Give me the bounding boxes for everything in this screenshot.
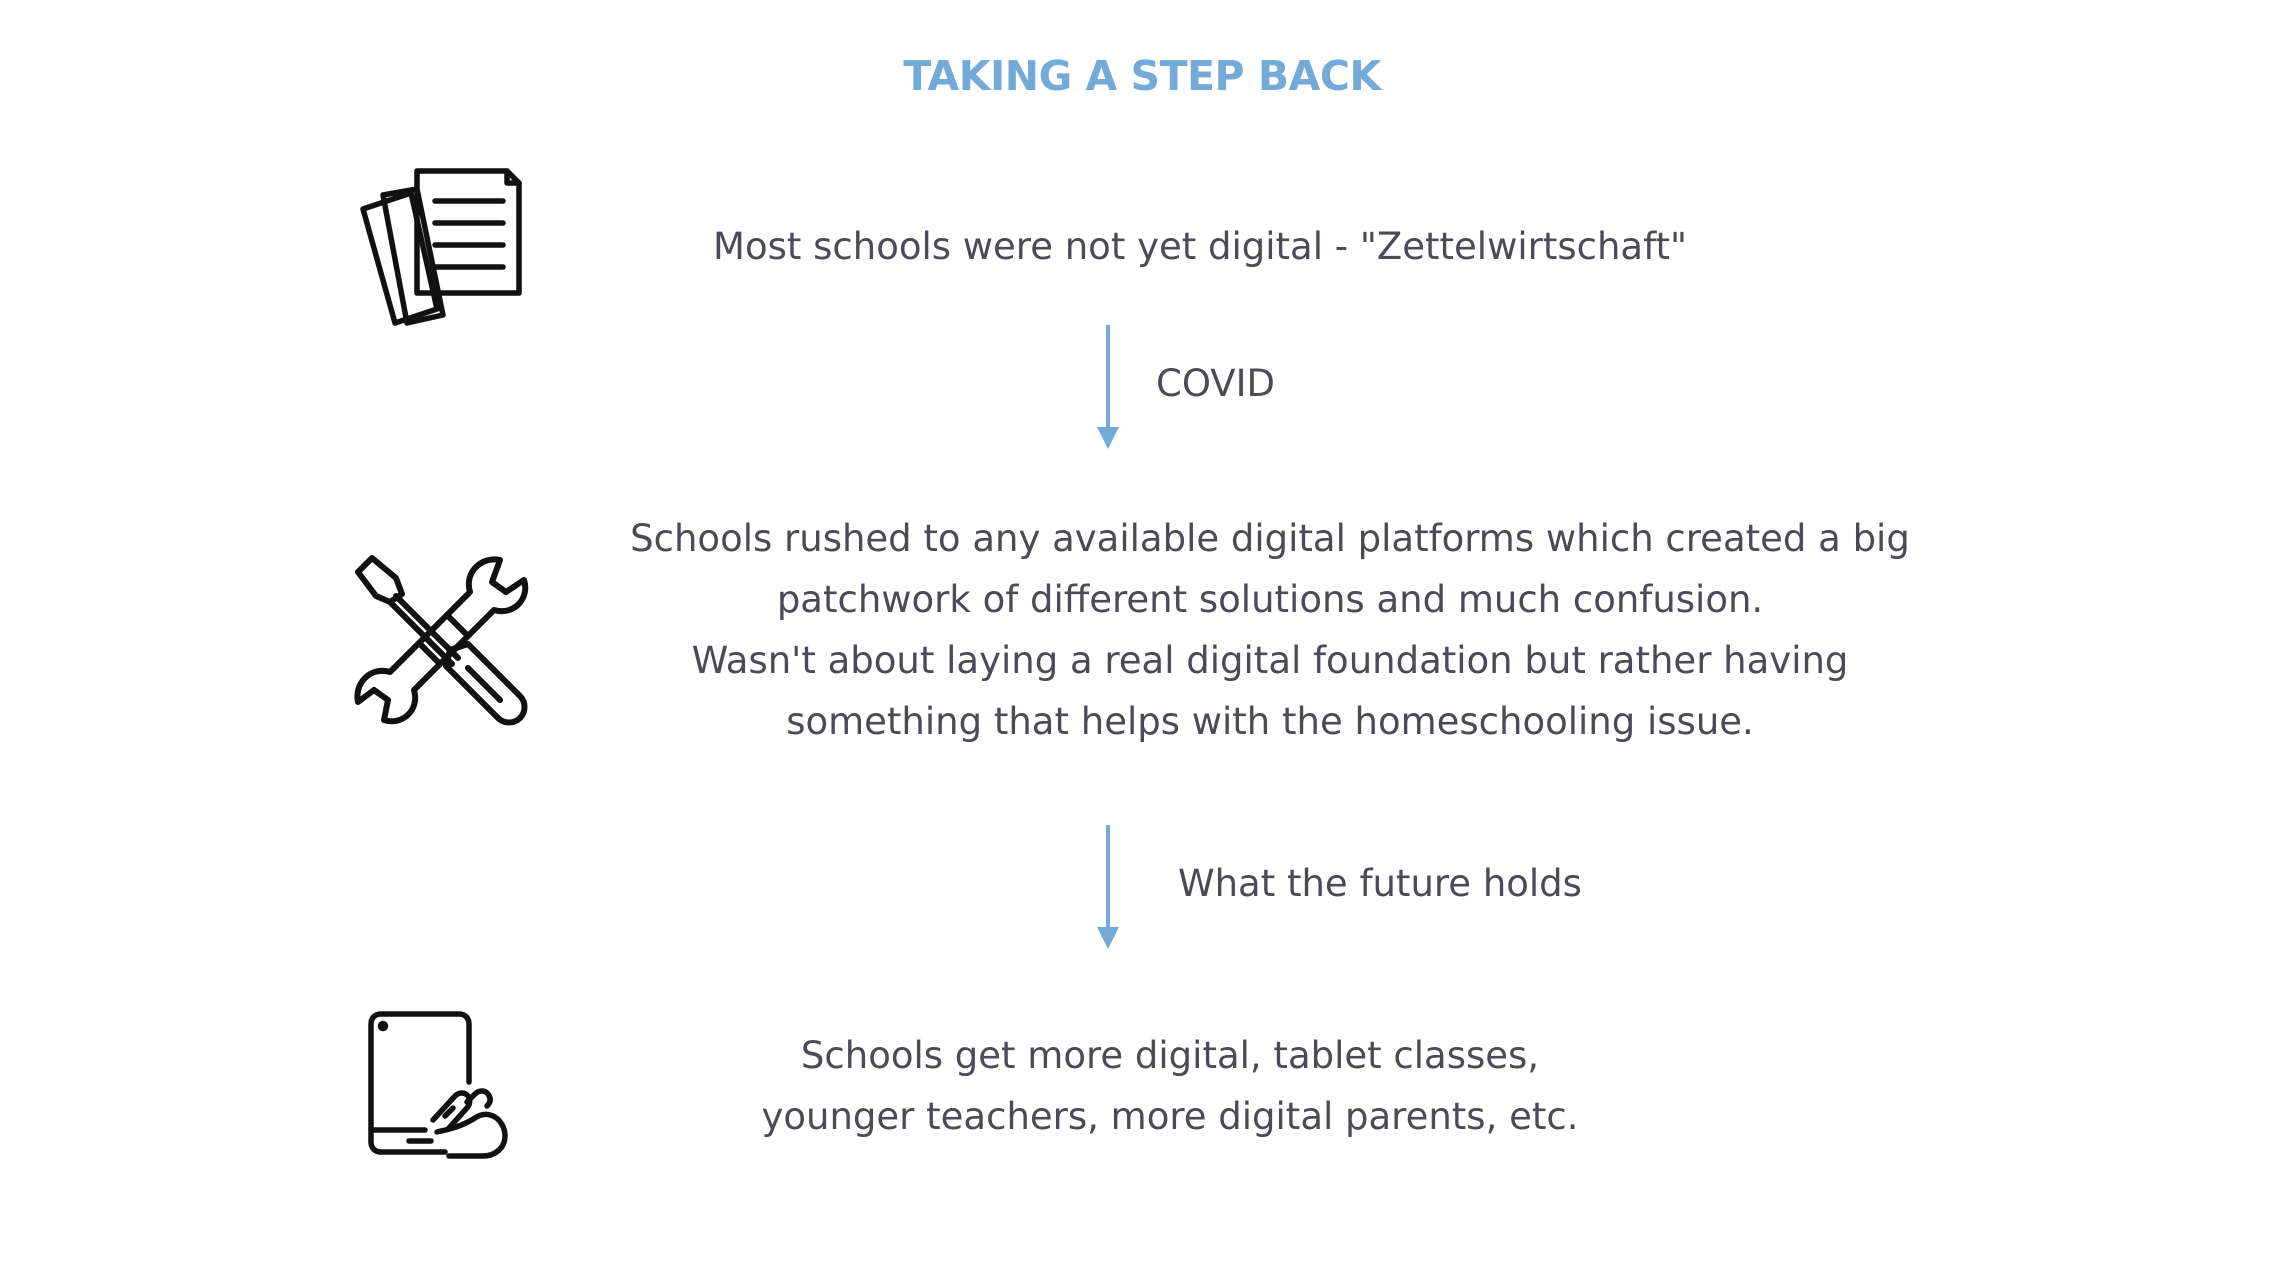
papers-icon: [360, 168, 522, 326]
step-2-line-2: patchwork of different solutions and muc…: [776, 578, 1764, 621]
page-title: TAKING A STEP BACK: [903, 52, 1381, 100]
step-2-text: Schools rushed to any available digital …: [560, 508, 1980, 752]
step-1-line-1: Most schools were not yet digital - "Zet…: [713, 225, 1687, 268]
step-3-text: Schools get more digital, tablet classes…: [720, 1025, 1620, 1147]
step-2-line-4: something that helps with the homeschool…: [786, 700, 1754, 743]
down-arrow-1: [1097, 325, 1119, 449]
step-1-text: Most schools were not yet digital - "Zet…: [700, 216, 1700, 277]
transition-label-future: What the future holds: [1178, 862, 1582, 905]
tablet-touch-icon: [368, 1011, 508, 1159]
transition-label-covid: COVID: [1156, 362, 1276, 405]
down-arrow-2: [1097, 825, 1119, 949]
step-2-line-1: Schools rushed to any available digital …: [630, 517, 1910, 560]
tools-icon: [354, 555, 529, 726]
step-3-line-2: younger teachers, more digital parents, …: [761, 1095, 1579, 1138]
step-3-line-1: Schools get more digital, tablet classes…: [800, 1034, 1540, 1077]
step-2-line-3: Wasn't about laying a real digital found…: [691, 639, 1849, 682]
